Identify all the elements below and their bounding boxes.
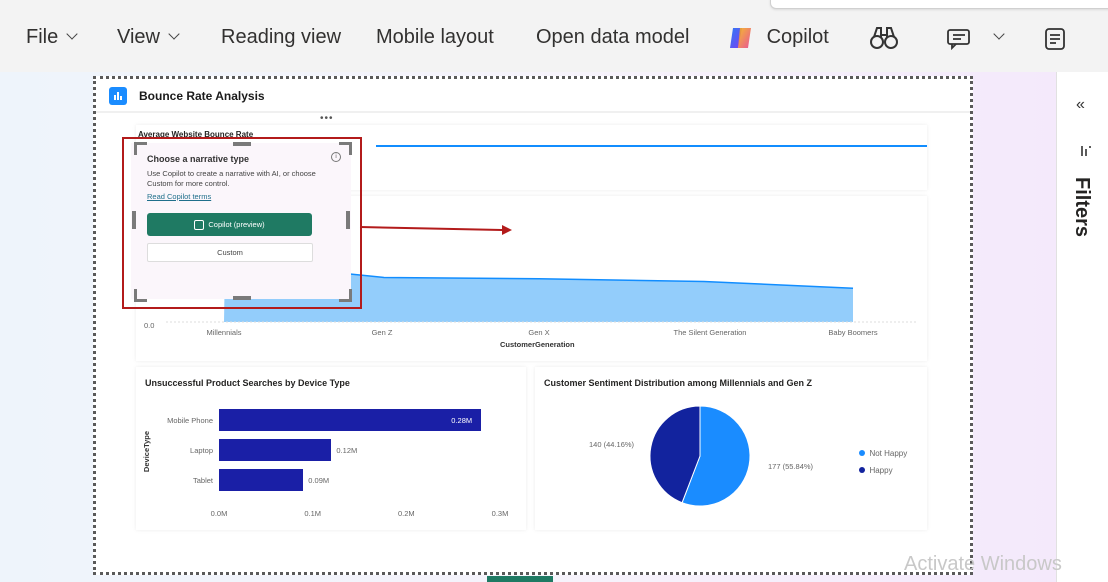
legend-dot-icon [859,450,865,456]
copilot-button[interactable]: Copilot [727,24,829,52]
legend-dot-icon [859,467,865,473]
bar-x-tick: 0.2M [397,509,415,518]
area-x-tick: Baby Boomers [828,328,878,337]
legend-item-not-happy[interactable]: Not Happy [859,443,907,461]
header-divider [96,111,970,113]
pie-label-happy: 140 (44.16%) [589,440,635,449]
ribbon-toolbar: File View Reading view Mobile layout Ope… [0,0,1108,73]
legend-label: Happy [869,466,893,475]
pie-chart-title: Customer Sentiment Distribution among Mi… [544,378,813,388]
bar-category-label: Laptop [190,446,213,455]
bar[interactable] [219,439,332,461]
filters-label: Filters [1071,177,1093,238]
bar-category-label: Tablet [192,476,213,485]
collapse-chevron-icon[interactable]: « [1076,96,1085,114]
chevron-down-icon [66,28,78,40]
chevron-down-icon [168,28,180,40]
report-title: Bounce Rate Analysis [139,89,265,103]
open-data-model-button[interactable]: Open data model [536,26,689,49]
bar-value-label: 0.09M [308,476,330,485]
report-icon [109,87,127,105]
area-x-axis-title: CustomerGeneration [500,340,575,349]
file-menu[interactable]: File [26,26,78,49]
pie-label-not-happy: 177 (55.84%) [768,462,814,471]
filter-icon [1081,146,1091,156]
bounce-rate-line [376,145,927,147]
legend-item-happy[interactable]: Happy [859,460,893,478]
area-x-tick: Gen Z [371,328,393,337]
bar-y-axis-title: DeviceType [142,430,152,473]
mobile-layout-button[interactable]: Mobile layout [376,26,494,49]
notes-icon [1045,28,1065,50]
pie-chart-card[interactable]: Customer Sentiment Distribution among Mi… [535,367,927,530]
bar-x-tick: 0.3M [491,509,509,518]
area-x-tick: Gen X [528,328,550,337]
file-menu-label: File [26,26,59,48]
more-options-icon[interactable]: ••• [320,113,334,124]
bar-x-tick: 0.1M [304,509,321,518]
copilot-icon [730,28,751,48]
copilot-label: Copilot [766,26,829,49]
bar-x-tick: 0.0M [210,509,228,518]
comment-button[interactable] [946,28,972,56]
area-x-tick: The Silent Generation [673,328,747,337]
bar-value-label: 0.28M [451,416,473,425]
comment-icon [947,29,970,51]
area-x-tick: Millennials [206,328,242,337]
reading-view-button[interactable]: Reading view [221,26,341,49]
view-menu-label: View [117,26,160,48]
bar-value-label: 0.12M [336,446,358,455]
notes-button[interactable] [1043,27,1067,57]
bar-chart-title: Unsuccessful Product Searches by Device … [145,378,350,388]
bar[interactable] [219,469,304,491]
bar[interactable] [219,409,482,431]
filters-pane[interactable]: « Filters [1056,72,1108,582]
bar-category-label: Mobile Phone [167,416,213,425]
annotation-arrow-icon [359,225,512,235]
pie-chart-plot [649,405,751,507]
page-tab-indicator[interactable] [487,576,553,582]
bar-chart-card[interactable]: Unsuccessful Product Searches by Device … [136,367,526,530]
activate-windows-watermark: Activate Windows [904,553,1062,575]
comment-dropdown[interactable] [985,26,1005,49]
chevron-down-icon [993,28,1005,40]
overlay-window-edge [770,0,1108,9]
binoculars-icon [870,27,898,49]
binoculars-button[interactable] [869,25,899,57]
view-menu[interactable]: View [117,26,180,49]
legend-label: Not Happy [869,449,908,458]
highlight-box [122,137,362,309]
